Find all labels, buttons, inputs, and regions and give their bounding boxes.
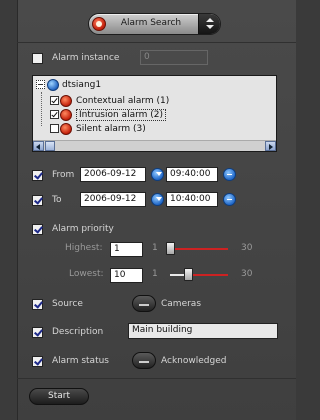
- tree-item-checkbox[interactable]: [50, 110, 59, 119]
- to-row: To: [32, 192, 61, 208]
- tree-item-label: Silent alarm (3): [76, 123, 146, 134]
- alarm-status-value: Acknowledged: [161, 356, 227, 366]
- to-checkbox[interactable]: [32, 194, 43, 206]
- source-row: Source: [32, 296, 83, 312]
- description-checkbox[interactable]: [32, 326, 43, 338]
- alarm-status-picker-button[interactable]: [132, 352, 156, 369]
- lowest-slider[interactable]: [170, 267, 228, 283]
- alarm-instance-row: Alarm instance: [32, 50, 119, 66]
- tree-item-checkbox[interactable]: [50, 124, 59, 133]
- divider: [17, 378, 296, 379]
- highest-slider[interactable]: [166, 241, 228, 257]
- slider-thumb[interactable]: [166, 242, 175, 255]
- highest-max-label: 30: [241, 243, 253, 253]
- up-down-arrows-icon[interactable]: [198, 14, 220, 34]
- from-calendar-icon[interactable]: [151, 168, 164, 181]
- tree-root[interactable]: dtsiang1: [36, 78, 101, 91]
- alarm-status-row: Alarm status: [32, 353, 109, 369]
- tree-item-checkbox[interactable]: [50, 96, 59, 105]
- globe-icon: [47, 78, 59, 91]
- description-row: Description: [32, 324, 103, 340]
- from-label: From: [52, 170, 75, 180]
- tree-item-contextual[interactable]: Contextual alarm (1): [50, 94, 169, 107]
- mode-selector-label: Alarm Search: [120, 18, 182, 28]
- tree-item-label: Contextual alarm (1): [76, 95, 170, 106]
- scroll-thumb[interactable]: [45, 141, 55, 151]
- priority-checkbox[interactable]: [32, 223, 43, 235]
- description-label: Description: [52, 327, 104, 337]
- divider: [17, 42, 296, 43]
- slider-thumb[interactable]: [184, 268, 193, 281]
- from-time-spin-icon[interactable]: [223, 168, 236, 181]
- alarm-icon: [60, 108, 72, 121]
- alarm-icon: [60, 122, 72, 135]
- highest-label: Highest:: [65, 243, 103, 253]
- alarm-tree[interactable]: dtsiang1 Contextual alarm (1) Intrusion …: [32, 75, 277, 152]
- tree-item-label: Intrusion alarm (2): [76, 108, 167, 121]
- source-label: Source: [52, 299, 83, 309]
- alarm-instance-label: Alarm instance: [52, 53, 120, 63]
- tree-root-label: dtsiang1: [62, 79, 102, 90]
- to-date-field[interactable]: 2006-09-12: [80, 192, 146, 207]
- lowest-min-label: 1: [152, 269, 158, 279]
- to-time-spin-icon[interactable]: [223, 193, 236, 206]
- tree-horizontal-scrollbar[interactable]: [33, 140, 276, 151]
- source-picker-button[interactable]: [132, 295, 156, 312]
- camera-icon: [92, 17, 106, 31]
- scroll-right-icon[interactable]: [265, 141, 276, 151]
- scroll-left-icon[interactable]: [33, 141, 44, 151]
- slider-track: [170, 248, 228, 250]
- alarm-status-checkbox[interactable]: [32, 355, 43, 367]
- from-row: From: [32, 167, 74, 183]
- description-field[interactable]: Main building: [128, 323, 278, 339]
- to-time-field[interactable]: 10:40:00: [166, 192, 218, 207]
- alarm-icon: [60, 94, 72, 107]
- tree-item-silent[interactable]: Silent alarm (3): [50, 122, 146, 135]
- alarm-instance-field[interactable]: 0: [140, 50, 208, 65]
- collapse-icon[interactable]: [36, 80, 45, 89]
- priority-label: Alarm priority: [52, 224, 114, 234]
- highest-field[interactable]: 1: [110, 242, 143, 257]
- highest-min-label: 1: [152, 243, 158, 253]
- from-checkbox[interactable]: [32, 169, 43, 181]
- lowest-label: Lowest:: [69, 269, 104, 279]
- left-edge: [0, 0, 17, 420]
- from-time-field[interactable]: 09:40:00: [166, 167, 218, 182]
- to-calendar-icon[interactable]: [151, 193, 164, 206]
- alarm-instance-checkbox[interactable]: [32, 52, 43, 64]
- to-label: To: [52, 195, 62, 205]
- source-value: Cameras: [161, 299, 202, 309]
- alarm-status-label: Alarm status: [52, 356, 109, 366]
- lowest-max-label: 30: [241, 269, 253, 279]
- priority-row: Alarm priority: [32, 221, 114, 237]
- lowest-field[interactable]: 10: [110, 268, 143, 283]
- tree-item-intrusion[interactable]: Intrusion alarm (2): [50, 108, 167, 121]
- source-checkbox[interactable]: [32, 298, 43, 310]
- from-date-field[interactable]: 2006-09-12: [80, 167, 146, 182]
- start-button[interactable]: Start: [29, 388, 89, 405]
- mode-selector[interactable]: Alarm Search: [88, 13, 221, 35]
